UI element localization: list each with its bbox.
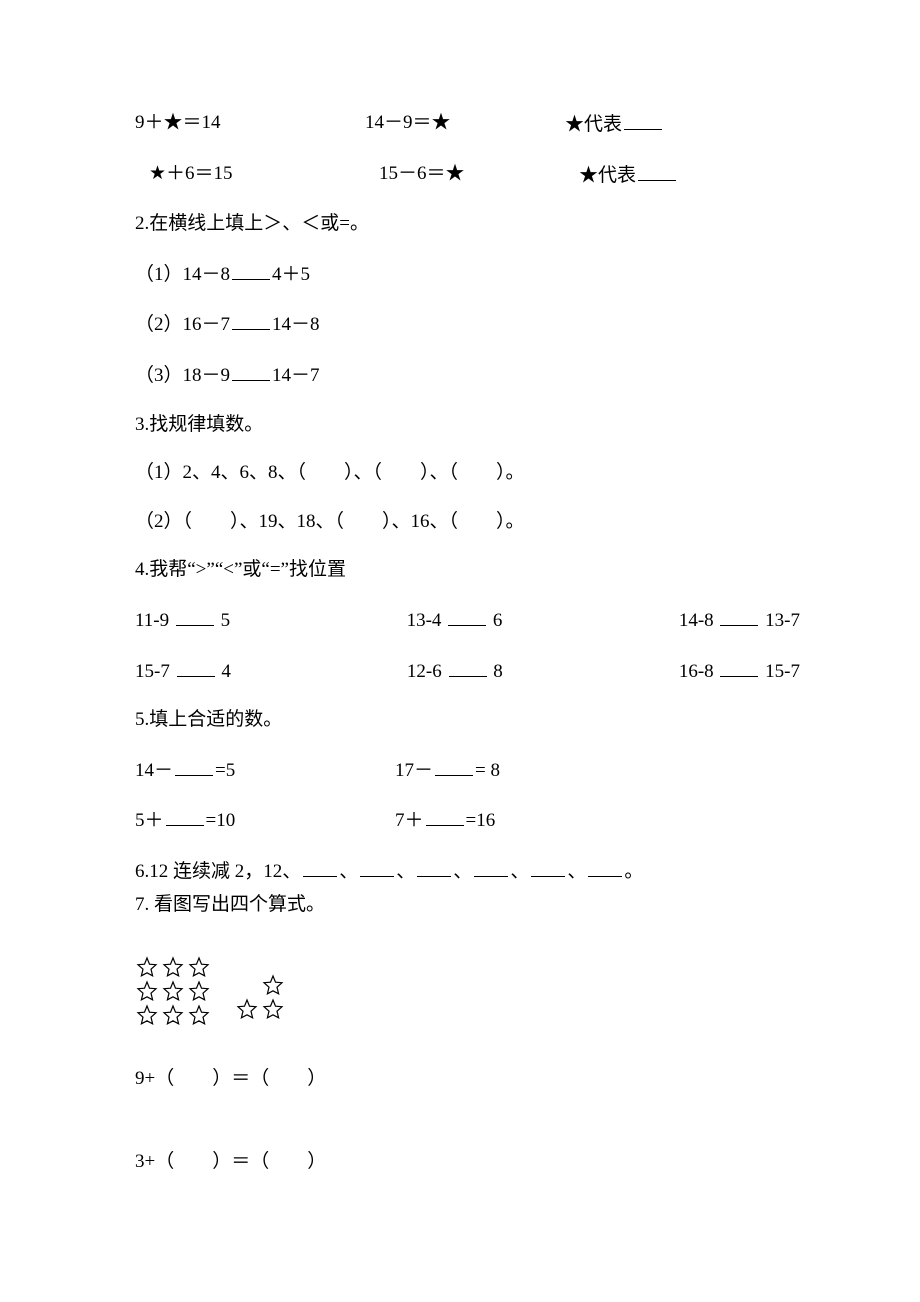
eq-2a: ★＋6＝15 xyxy=(149,161,379,190)
q4-2-2: 12-6 8 xyxy=(407,657,503,686)
q5-1-1: 14－=5 xyxy=(135,756,395,785)
q4-row-1: 11-9 5 13-4 6 14-8 13-7 xyxy=(135,606,800,635)
star-icon xyxy=(135,1004,159,1028)
star-icon xyxy=(161,980,185,1004)
q6-line: 6.12 连续减 2，12、、、、、、。 xyxy=(135,857,785,886)
q5-blank-1-1[interactable] xyxy=(175,756,213,776)
q2-1-left: （1）14－8 xyxy=(135,264,230,285)
q5-row-2: 5＋=10 7＋=16 xyxy=(135,806,785,835)
q5-1-2: 17－= 8 xyxy=(395,756,500,785)
q4-row-2: 15-7 4 12-6 8 16-8 15-7 xyxy=(135,657,800,686)
q4-blank-2-2[interactable] xyxy=(449,657,487,677)
star-icon xyxy=(235,998,259,1022)
q4-blank-1-1[interactable] xyxy=(176,606,214,626)
q4-1-2: 13-4 6 xyxy=(407,606,503,635)
eq-1c: ★代表 xyxy=(565,110,664,139)
q7-eq-1: 9+（ ）＝（ ） xyxy=(135,1066,785,1093)
q4-blank-1-2[interactable] xyxy=(448,606,486,626)
q2-item-1: （1）14－8 4＋5 xyxy=(135,260,785,289)
q7-stars-figure xyxy=(135,956,785,1028)
q2-title: 2.在横线上填上＞、＜或=。 xyxy=(135,211,785,238)
q6-blank-4[interactable] xyxy=(474,857,508,877)
eq-2c: ★代表 xyxy=(579,161,678,190)
star-icon xyxy=(187,956,211,980)
q5-blank-2-1[interactable] xyxy=(166,806,204,826)
blank-star-2[interactable] xyxy=(638,161,676,181)
eq-2b: 15－6＝★ xyxy=(379,161,579,190)
q5-blank-1-2[interactable] xyxy=(435,756,473,776)
q5-2-1: 5＋=10 xyxy=(135,806,395,835)
q2-3-right: 14－7 xyxy=(272,365,320,386)
q3-item-2: （2）（ ）、19、18、（ ）、16、（ ）。 xyxy=(135,509,785,536)
star-equation-row-1: 9＋★＝14 14－9＝★ ★代表 xyxy=(135,110,785,139)
q2-1-blank[interactable] xyxy=(232,260,270,280)
q2-2-right: 14－8 xyxy=(272,314,320,335)
q6-prefix: 6.12 连续减 2，12、 xyxy=(135,861,301,882)
q5-row-1: 14－=5 17－= 8 xyxy=(135,756,785,785)
q4-1-3: 14-8 13-7 xyxy=(679,606,800,635)
star-represents-label-1: ★代表 xyxy=(565,114,622,135)
q4-blank-1-3[interactable] xyxy=(720,606,758,626)
q5-title: 5.填上合适的数。 xyxy=(135,707,785,734)
star-icon xyxy=(161,956,185,980)
q3-item-1: （1）2、4、6、8、（ ）、（ ）、（ ）。 xyxy=(135,460,785,487)
q6-blank-1[interactable] xyxy=(303,857,337,877)
star-represents-label-2: ★代表 xyxy=(579,165,636,186)
q3-title: 3.找规律填数。 xyxy=(135,412,785,439)
q5-2-2: 7＋=16 xyxy=(395,806,495,835)
q7-title: 7. 看图写出四个算式。 xyxy=(135,892,785,919)
q4-title: 4.我帮“>”“<”或“=”找位置 xyxy=(135,557,785,584)
star-equation-row-2: ★＋6＝15 15－6＝★ ★代表 xyxy=(135,161,785,190)
star-group-9 xyxy=(135,956,213,1028)
q2-2-blank[interactable] xyxy=(232,310,270,330)
q4-1-1: 11-9 5 xyxy=(135,606,230,635)
q4-blank-2-3[interactable] xyxy=(720,657,758,677)
q2-item-2: （2）16－7 14－8 xyxy=(135,310,785,339)
star-icon xyxy=(261,974,285,998)
star-group-3 xyxy=(235,974,287,1022)
q2-2-left: （2）16－7 xyxy=(135,314,230,335)
q2-1-right: 4＋5 xyxy=(272,264,310,285)
q6-blank-2[interactable] xyxy=(360,857,394,877)
q7-eq-2: 3+（ ）＝（ ） xyxy=(135,1149,785,1176)
q2-3-blank[interactable] xyxy=(232,361,270,381)
q4-2-3: 16-8 15-7 xyxy=(679,657,800,686)
star-icon xyxy=(187,980,211,1004)
q5-blank-2-2[interactable] xyxy=(426,806,464,826)
q6-blank-3[interactable] xyxy=(417,857,451,877)
star-icon xyxy=(135,956,159,980)
q6-blank-6[interactable] xyxy=(588,857,622,877)
star-icon xyxy=(135,980,159,1004)
star-icon xyxy=(261,998,285,1022)
q2-3-left: （3）18－9 xyxy=(135,365,230,386)
q4-2-1: 15-7 4 xyxy=(135,657,231,686)
eq-1b: 14－9＝★ xyxy=(365,110,565,139)
blank-star-1[interactable] xyxy=(624,110,662,130)
q6-tail: 。 xyxy=(624,861,643,882)
worksheet-page: 9＋★＝14 14－9＝★ ★代表 ★＋6＝15 15－6＝★ ★代表 2.在横… xyxy=(0,0,920,1302)
q6-blank-5[interactable] xyxy=(531,857,565,877)
star-icon xyxy=(161,1004,185,1028)
star-icon xyxy=(187,1004,211,1028)
eq-1a: 9＋★＝14 xyxy=(135,110,365,139)
q4-blank-2-1[interactable] xyxy=(177,657,215,677)
q2-item-3: （3）18－9 14－7 xyxy=(135,361,785,390)
